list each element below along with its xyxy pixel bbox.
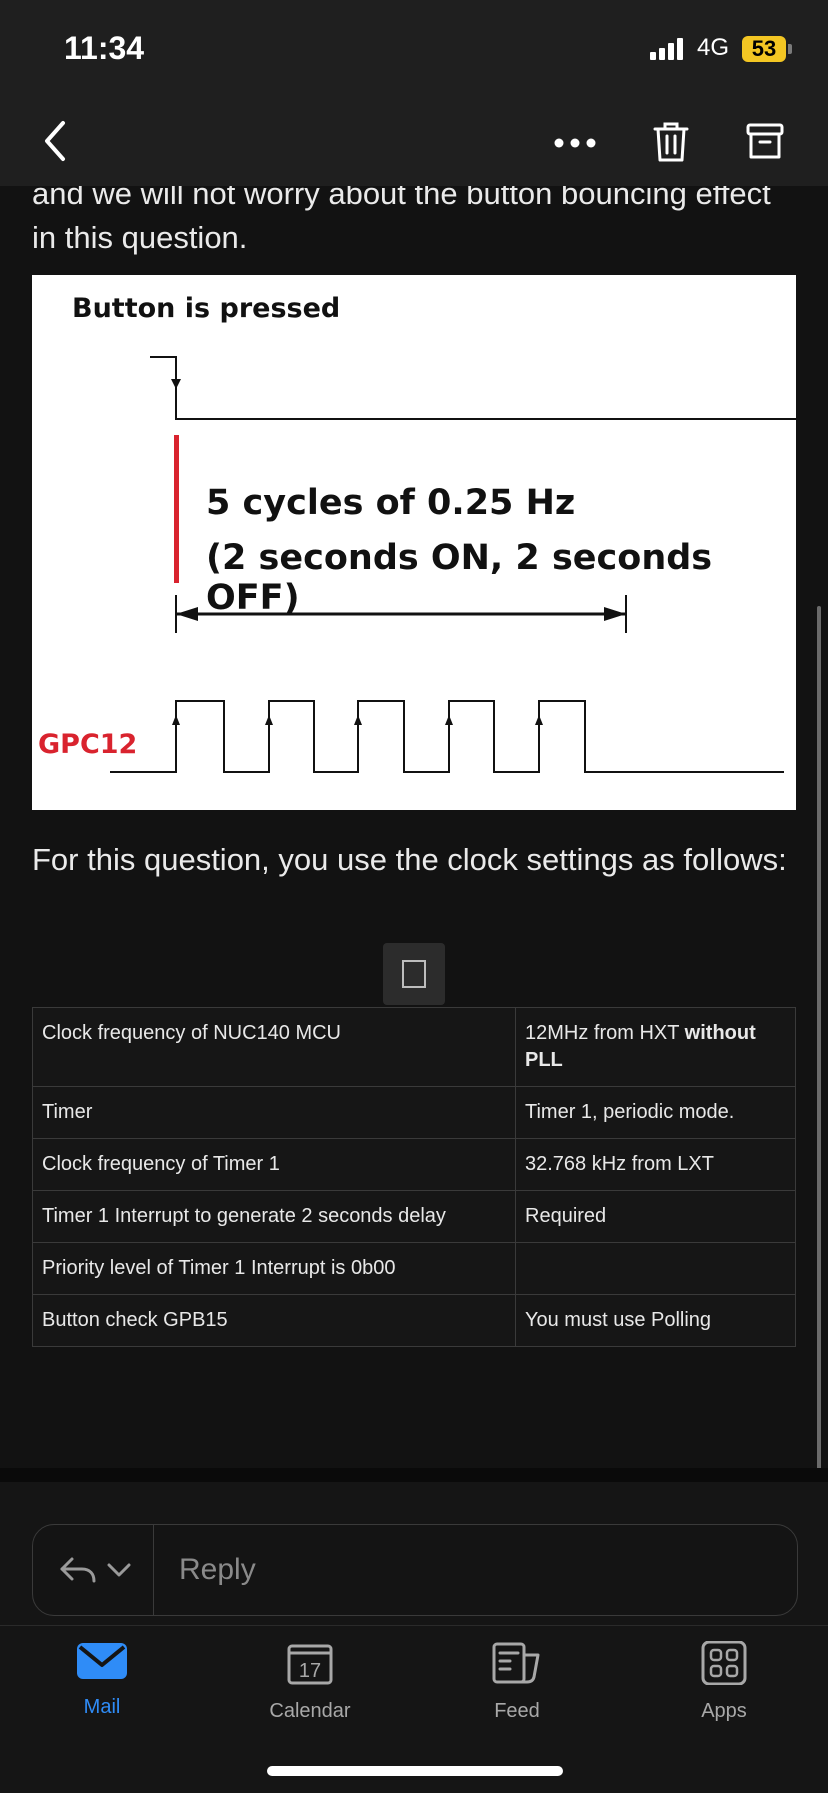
table-cell: Priority level of Timer 1 Interrupt is 0… [32, 1242, 516, 1295]
table-cell: Timer 1, periodic mode. [515, 1086, 796, 1139]
network-type: 4G [697, 34, 730, 61]
image-placeholder-icon [402, 960, 426, 988]
clock-settings-table: Clock frequency of NUC140 MCU 12MHz from… [32, 1007, 796, 1347]
table-cell [515, 1242, 796, 1295]
battery-icon: 53 [742, 36, 786, 62]
home-indicator[interactable] [267, 1766, 563, 1776]
chevron-down-icon [107, 1563, 131, 1577]
back-button[interactable] [30, 116, 80, 166]
reply-options-button[interactable] [47, 1545, 143, 1595]
tab-calendar-label: Calendar [269, 1700, 351, 1722]
tab-mail-label: Mail [83, 1696, 121, 1718]
reply-divider [153, 1525, 154, 1615]
table-cell: Button check GPB15 [32, 1294, 516, 1347]
email-paragraph: and we will not worry about the button b… [32, 186, 771, 255]
tab-calendar[interactable]: 17 Calendar [230, 1641, 390, 1723]
calendar-icon: 17 [287, 1644, 333, 1685]
archive-icon [746, 123, 784, 159]
tab-feed-label: Feed [494, 1700, 540, 1722]
table-cell: Clock frequency of Timer 1 [32, 1138, 516, 1191]
mail-icon [77, 1643, 127, 1679]
table-row: Clock frequency of NUC140 MCU 12MHz from… [32, 1007, 796, 1087]
battery-tip [788, 44, 792, 54]
table-cell: Timer 1 Interrupt to generate 2 seconds … [32, 1190, 516, 1243]
more-dots-icon [554, 138, 596, 148]
reply-input[interactable]: Reply [179, 1553, 256, 1587]
scrollbar[interactable] [817, 606, 821, 1482]
table-cell-text: 12MHz from HXT [525, 1022, 680, 1044]
timing-diagram-waveforms [110, 356, 796, 773]
reply-box[interactable]: Reply [32, 1524, 798, 1616]
attachment-placeholder[interactable] [383, 943, 445, 1005]
email-paragraph-clock: For this question, you use the clock set… [32, 842, 787, 877]
table-row: Timer Timer 1, periodic mode. [32, 1086, 796, 1139]
archive-button[interactable] [740, 116, 790, 168]
status-bar: 11:34 4G 53 [0, 0, 828, 100]
table-cell: Clock frequency of NUC140 MCU [32, 1007, 516, 1087]
cellular-signal-icon [650, 38, 683, 60]
tab-mail[interactable]: Mail [22, 1641, 182, 1719]
trash-icon [653, 122, 689, 162]
status-time: 11:34 [64, 30, 145, 66]
tab-feed[interactable]: Feed [437, 1641, 597, 1723]
feed-icon [492, 1642, 540, 1684]
email-toolbar [0, 100, 828, 186]
more-options-button[interactable] [550, 118, 600, 168]
reply-arrow-icon [60, 1557, 96, 1583]
delete-button[interactable] [646, 116, 696, 168]
table-row: Button check GPB15 You must use Polling [32, 1294, 796, 1347]
timing-diagram-image: Button is pressed 5 cycles of 0.25 Hz (2… [32, 275, 796, 810]
table-cell: Timer [32, 1086, 516, 1139]
table-row: Priority level of Timer 1 Interrupt is 0… [32, 1242, 796, 1295]
table-cell: Required [515, 1190, 796, 1243]
tab-apps-label: Apps [701, 1700, 747, 1722]
table-row: Timer 1 Interrupt to generate 2 seconds … [32, 1190, 796, 1243]
chevron-left-icon [45, 121, 65, 161]
table-cell: You must use Polling [515, 1294, 796, 1347]
tab-apps[interactable]: Apps [644, 1640, 804, 1723]
calendar-date: 17 [299, 1660, 321, 1682]
reply-area: Reply [0, 1468, 828, 1625]
table-cell: 12MHz from HXT without PLL [515, 1007, 796, 1087]
email-body: and we will not worry about the button b… [0, 186, 828, 1468]
table-cell: 32.768 kHz from LXT [515, 1138, 796, 1191]
table-row: Clock frequency of Timer 1 32.768 kHz fr… [32, 1138, 796, 1191]
apps-grid-icon [701, 1640, 747, 1686]
